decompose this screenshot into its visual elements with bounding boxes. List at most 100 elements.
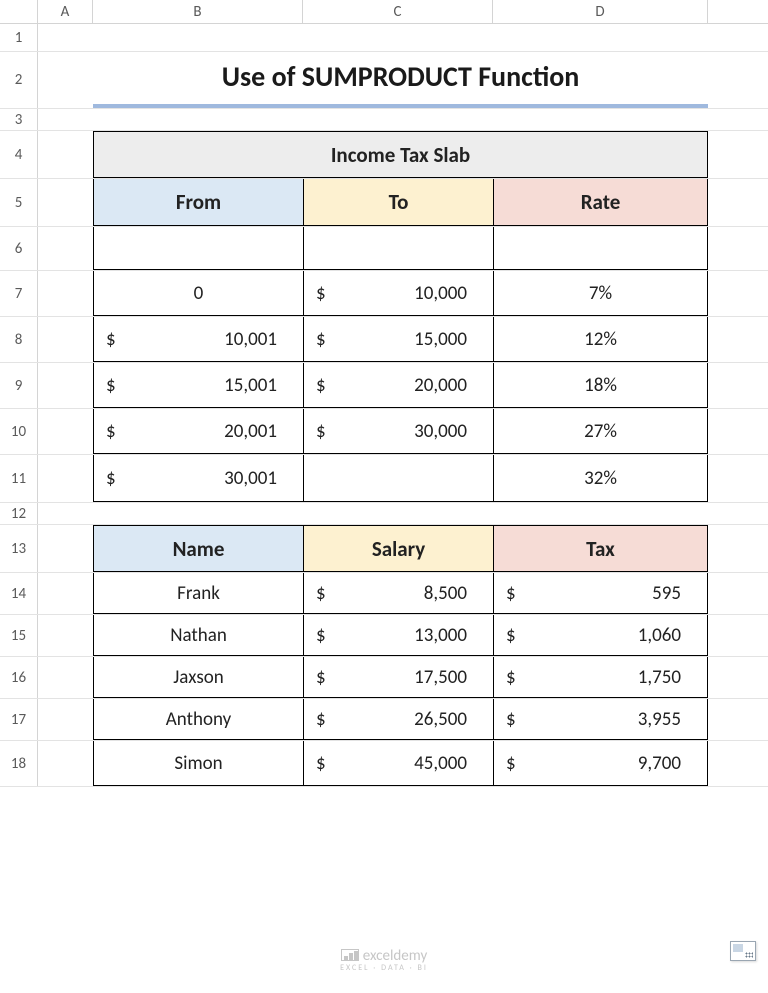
row-header-2[interactable]: 2	[0, 52, 38, 108]
watermark: exceldemy EXCEL · DATA · BI	[0, 947, 768, 973]
person-salary-4[interactable]: $45,000	[303, 741, 493, 786]
row-header-10[interactable]: 10	[0, 409, 38, 454]
value: Jaxson	[173, 666, 224, 689]
people-header-name[interactable]: Name	[93, 525, 303, 572]
row-7: 7 0 $10,000 7%	[0, 271, 768, 317]
slab-rate-4[interactable]: 27%	[493, 409, 708, 454]
person-salary-3[interactable]: $26,500	[303, 699, 493, 740]
row-11: 11 $30,001 32%	[0, 455, 768, 503]
row-header-9[interactable]: 9	[0, 363, 38, 408]
row-8: 8 $10,001 $15,000 12%	[0, 317, 768, 363]
value: 0	[194, 282, 204, 305]
slab-rate-0[interactable]	[493, 227, 708, 270]
value: 18%	[584, 374, 617, 397]
row-header-4[interactable]: 4	[0, 131, 38, 178]
row-18: 18 Simon $45,000 $9,700	[0, 741, 768, 787]
row-header-18[interactable]: 18	[0, 741, 38, 786]
slab-rate-5[interactable]: 32%	[493, 455, 708, 502]
value: Frank	[177, 582, 220, 605]
slab-from-0[interactable]	[93, 227, 303, 270]
row-1: 1	[0, 24, 768, 52]
person-salary-0[interactable]: $8,500	[303, 573, 493, 614]
person-tax-0[interactable]: $595	[493, 573, 708, 614]
row-13: 13 Name Salary Tax	[0, 525, 768, 573]
value: 32%	[584, 467, 617, 490]
person-name-0[interactable]: Frank	[93, 573, 303, 614]
tax-slab-header-to[interactable]: To	[303, 179, 493, 226]
row-header-6[interactable]: 6	[0, 227, 38, 270]
row-header-1[interactable]: 1	[0, 24, 38, 51]
person-tax-2[interactable]: $1,750	[493, 657, 708, 698]
row-header-13[interactable]: 13	[0, 525, 38, 572]
row-3: 3	[0, 109, 768, 131]
cell-D1[interactable]	[493, 24, 708, 51]
slab-from-2[interactable]: $10,001	[93, 317, 303, 362]
value: 12%	[584, 328, 617, 351]
row-4: 4 Income Tax Slab	[0, 131, 768, 179]
person-salary-2[interactable]: $17,500	[303, 657, 493, 698]
slab-from-3[interactable]: $15,001	[93, 363, 303, 408]
spreadsheet-grid: A B C D 1 2 Use of SUMPRODUCT Function 3	[0, 0, 768, 787]
slab-to-3[interactable]: $20,000	[303, 363, 493, 408]
slab-rate-1[interactable]: 7%	[493, 271, 708, 316]
row-2: 2 Use of SUMPRODUCT Function	[0, 52, 768, 109]
person-tax-3[interactable]: $3,955	[493, 699, 708, 740]
cell-B1[interactable]	[93, 24, 303, 51]
col-header-D[interactable]: D	[493, 0, 708, 23]
person-name-1[interactable]: Nathan	[93, 615, 303, 656]
row-5: 5 From To Rate	[0, 179, 768, 227]
row-header-12[interactable]: 12	[0, 503, 38, 524]
people-header-salary[interactable]: Salary	[303, 525, 493, 572]
col-header-A[interactable]: A	[38, 0, 93, 23]
person-name-4[interactable]: Simon	[93, 741, 303, 786]
cell-A2[interactable]	[38, 52, 93, 108]
col-header-B[interactable]: B	[93, 0, 303, 23]
select-all-corner[interactable]	[0, 0, 38, 23]
value: Simon	[174, 752, 222, 775]
value: Nathan	[170, 624, 227, 647]
watermark-tagline: EXCEL · DATA · BI	[0, 963, 768, 973]
value: Anthony	[166, 708, 231, 731]
slab-to-4[interactable]: $30,000	[303, 409, 493, 454]
row-16: 16 Jaxson $17,500 $1,750	[0, 657, 768, 699]
col-header-C[interactable]: C	[303, 0, 493, 23]
row-header-15[interactable]: 15	[0, 615, 38, 656]
tax-slab-header-rate[interactable]: Rate	[493, 179, 708, 226]
display-options-icon[interactable]	[730, 941, 756, 961]
row-header-11[interactable]: 11	[0, 455, 38, 502]
row-header-3[interactable]: 3	[0, 109, 38, 130]
row-15: 15 Nathan $13,000 $1,060	[0, 615, 768, 657]
value: 27%	[584, 420, 617, 443]
row-header-17[interactable]: 17	[0, 699, 38, 740]
person-name-3[interactable]: Anthony	[93, 699, 303, 740]
person-tax-4[interactable]: $9,700	[493, 741, 708, 786]
people-header-tax[interactable]: Tax	[493, 525, 708, 572]
person-name-2[interactable]: Jaxson	[93, 657, 303, 698]
slab-to-1[interactable]: $10,000	[303, 271, 493, 316]
tax-slab-header-from[interactable]: From	[93, 179, 303, 226]
row-10: 10 $20,001 $30,000 27%	[0, 409, 768, 455]
row-9: 9 $15,001 $20,000 18%	[0, 363, 768, 409]
tax-slab-heading[interactable]: Income Tax Slab	[93, 131, 708, 178]
slab-to-5[interactable]	[303, 455, 493, 502]
cell-C1[interactable]	[303, 24, 493, 51]
slab-from-1[interactable]: 0	[93, 271, 303, 316]
slab-rate-2[interactable]: 12%	[493, 317, 708, 362]
row-header-8[interactable]: 8	[0, 317, 38, 362]
slab-from-4[interactable]: $20,001	[93, 409, 303, 454]
page-title[interactable]: Use of SUMPRODUCT Function	[93, 52, 708, 108]
slab-rate-3[interactable]: 18%	[493, 363, 708, 408]
cell-A1[interactable]	[38, 24, 93, 51]
row-header-7[interactable]: 7	[0, 271, 38, 316]
slab-to-0[interactable]	[303, 227, 493, 270]
row-header-5[interactable]: 5	[0, 179, 38, 226]
row-6: 6	[0, 227, 768, 271]
slab-from-5[interactable]: $30,001	[93, 455, 303, 502]
person-salary-1[interactable]: $13,000	[303, 615, 493, 656]
rows-area: 1 2 Use of SUMPRODUCT Function 3 4 Incom…	[0, 24, 768, 787]
row-header-14[interactable]: 14	[0, 573, 38, 614]
slab-to-2[interactable]: $15,000	[303, 317, 493, 362]
person-tax-1[interactable]: $1,060	[493, 615, 708, 656]
row-header-16[interactable]: 16	[0, 657, 38, 698]
column-headers: A B C D	[0, 0, 768, 24]
